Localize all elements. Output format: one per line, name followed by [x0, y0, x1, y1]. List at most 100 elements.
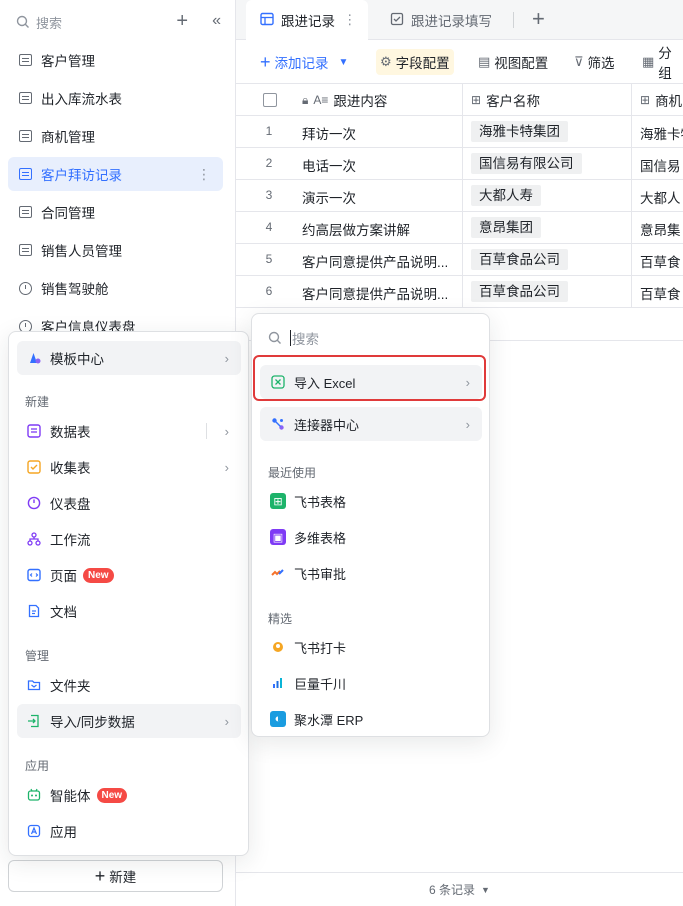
menu-item-folder[interactable]: 文件夹 [17, 668, 241, 702]
menu-item-base[interactable]: ▣ 多维表格 [260, 520, 482, 554]
menu-item-qianchuan[interactable]: 巨量千川 [260, 666, 482, 700]
menu-item-doc[interactable]: 文档 [17, 594, 241, 628]
dashboard-icon [26, 495, 42, 511]
menu-item-workflow[interactable]: 工作流 [17, 522, 241, 556]
sidebar-item-label: 销售驾驶舱 [41, 282, 109, 297]
menu-item-import-sync[interactable]: 导入/同步数据 › [17, 704, 241, 738]
menu-item-label: 文档 [50, 605, 77, 620]
cell-opportunity[interactable]: 海雅卡特 [640, 123, 683, 143]
sidebar-item-inventory-log[interactable]: 出入库流水表 [8, 81, 223, 115]
sidebar-item-visit-records[interactable]: 客户拜访记录 ⋮ [8, 157, 223, 191]
menu-item-dashboard[interactable]: 仪表盘 [17, 486, 241, 520]
menu-item-page[interactable]: 页面 New [17, 558, 241, 592]
add-view-icon[interactable]: + [532, 8, 545, 30]
menu-item-template-center[interactable]: 模板中心 › [17, 341, 241, 375]
more-options-icon[interactable]: ⋮ [197, 166, 211, 183]
collapse-sidebar-icon[interactable]: « [212, 10, 221, 32]
template-icon [26, 350, 42, 366]
lock-icon: 🔒︎ [302, 92, 309, 107]
cell-content[interactable]: 演示一次 [302, 187, 356, 207]
cell-customer-tag[interactable]: 百草食品公司 [471, 281, 568, 302]
sidebar-item-customer-mgmt[interactable]: 客户管理 [8, 43, 223, 77]
cell-opportunity[interactable]: 意昂集 [640, 219, 681, 239]
column-divider [631, 84, 632, 308]
sidebar-item-opportunity-mgmt[interactable]: 商机管理 [8, 119, 223, 153]
table-row[interactable]: 3 演示一次 大都人寿 大都人 [236, 180, 683, 212]
cell-opportunity[interactable]: 国信易 [640, 155, 681, 175]
sidebar-item-contract-mgmt[interactable]: 合同管理 [8, 195, 223, 229]
import-excel-highlight [253, 355, 486, 401]
chevron-down-icon[interactable]: ▼ [339, 57, 349, 68]
folder-icon [26, 677, 42, 693]
status-bar: 6 条记录 ▼ [236, 872, 683, 906]
group-button[interactable]: ▦ 分组 [638, 46, 683, 81]
sidebar-item-label: 销售人员管理 [41, 244, 122, 259]
menu-item-form[interactable]: 收集表 › [17, 450, 241, 484]
add-record-button[interactable]: + 添加记录 ▼ [260, 52, 348, 72]
menu-item-agent[interactable]: 智能体 New [17, 778, 241, 812]
view-config-button[interactable]: ▤ 视图配置 [474, 49, 552, 75]
menu-item-feishu-sheets[interactable]: ⊞ 飞书表格 [260, 484, 482, 518]
chevron-right-icon: › [224, 350, 229, 366]
table-icon [18, 205, 32, 219]
page-icon [26, 567, 42, 583]
menu-item-attendance[interactable]: 飞书打卡 [260, 630, 482, 664]
gear-icon: ⚙ [380, 54, 392, 69]
cell-customer-tag[interactable]: 百草食品公司 [471, 249, 568, 270]
column-header-customer[interactable]: ⊞ 客户名称 [471, 84, 540, 116]
chevron-right-icon: › [465, 416, 470, 432]
new-button[interactable]: + 新建 [8, 860, 223, 892]
sidebar-search[interactable]: 搜索 + « [16, 10, 226, 34]
sheets-icon: ⊞ [270, 493, 286, 509]
text-caret [290, 330, 291, 346]
tab-follow-up-form[interactable]: 跟进记录填写 [380, 0, 510, 40]
record-count[interactable]: 6 条记录 [429, 881, 475, 898]
cell-customer-tag[interactable]: 大都人寿 [471, 185, 541, 206]
submenu-search-input[interactable]: 搜索 [268, 328, 468, 348]
filter-button[interactable]: ⊽ 筛选 [570, 49, 619, 75]
cell-customer-tag[interactable]: 意昂集团 [471, 217, 541, 238]
workflow-icon [26, 531, 42, 547]
plus-icon: + [94, 866, 106, 886]
menu-item-datatable[interactable]: 数据表 › [17, 414, 241, 448]
table-icon [18, 53, 32, 67]
table-row[interactable]: 2 电话一次 国信易有限公司 国信易 [236, 148, 683, 180]
chevron-right-icon[interactable]: › [225, 460, 229, 475]
cell-opportunity[interactable]: 百草食 [640, 283, 681, 303]
cell-content[interactable]: 电话一次 [302, 155, 356, 175]
cell-content[interactable]: 客户同意提供产品说明... [302, 283, 448, 303]
table-row[interactable]: 6 客户同意提供产品说明... 百草食品公司 百草食 [236, 276, 683, 308]
cell-customer-tag[interactable]: 海雅卡特集团 [471, 121, 568, 142]
select-all-checkbox[interactable] [263, 93, 277, 107]
row-number: 3 [265, 188, 273, 202]
menu-item-connector-center[interactable]: 连接器中心 › [260, 407, 482, 441]
row-number: 1 [265, 124, 273, 138]
column-header-opportunity[interactable]: ⊞ 商机 [640, 84, 682, 116]
cell-content[interactable]: 拜访一次 [302, 123, 356, 143]
column-title: 商机 [655, 94, 683, 109]
table-row[interactable]: 5 客户同意提供产品说明... 百草食品公司 百草食 [236, 244, 683, 276]
cell-customer-tag[interactable]: 国信易有限公司 [471, 153, 582, 174]
chevron-right-icon[interactable]: › [225, 424, 229, 439]
new-button-label: 新建 [109, 870, 137, 885]
cell-opportunity[interactable]: 百草食 [640, 251, 681, 271]
tab-label: 跟进记录填写 [411, 14, 492, 29]
field-config-button[interactable]: ⚙ 字段配置 [376, 49, 454, 75]
cell-content[interactable]: 约高层做方案讲解 [302, 219, 410, 239]
cell-content[interactable]: 客户同意提供产品说明... [302, 251, 448, 271]
table-row[interactable]: 1 拜访一次 海雅卡特集团 海雅卡特 [236, 116, 683, 148]
column-header-content[interactable]: 🔒︎ A≡ 跟进内容 [302, 84, 387, 116]
add-icon[interactable]: + [176, 10, 188, 32]
tab-follow-up-records[interactable]: 跟进记录 ⋮ [246, 0, 368, 40]
menu-item-app[interactable]: 应用 [17, 814, 241, 848]
chevron-down-icon[interactable]: ▼ [481, 885, 490, 895]
cell-opportunity[interactable]: 大都人 [640, 187, 681, 207]
table-row[interactable]: 4 约高层做方案讲解 意昂集团 意昂集 [236, 212, 683, 244]
sidebar-item-sales-cockpit[interactable]: 销售驾驶舱 [8, 271, 223, 305]
menu-item-approval[interactable]: 飞书审批 [260, 556, 482, 590]
tab-more-icon[interactable]: ⋮ [343, 12, 357, 28]
approval-icon [270, 565, 286, 581]
filter-icon: ⊽ [574, 54, 584, 69]
sidebar-item-sales-staff[interactable]: 销售人员管理 [8, 233, 223, 267]
menu-item-jushuitan[interactable]: ◐ 聚水潭 ERP [260, 702, 482, 736]
